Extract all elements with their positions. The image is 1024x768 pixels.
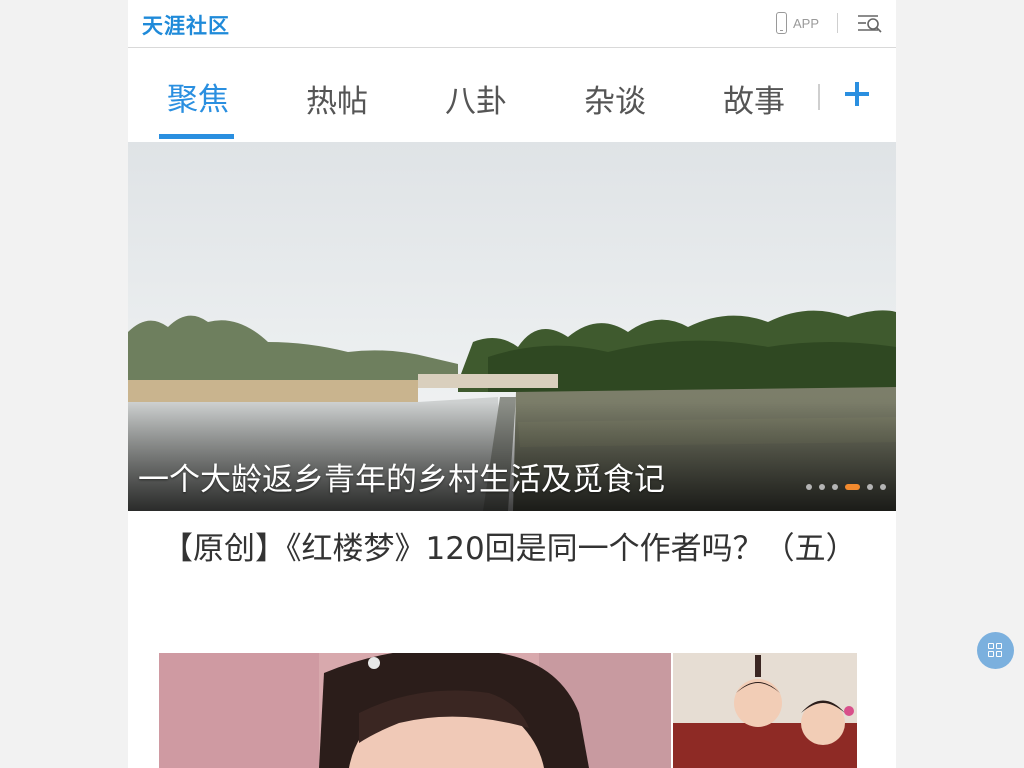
banner-carousel[interactable]: 一个大龄返乡青年的乡村生活及觅食记 <box>128 142 896 511</box>
article-photo-side <box>673 653 857 768</box>
carousel-dot[interactable] <box>880 484 886 490</box>
tab-hot-posts[interactable]: 热帖 <box>306 76 368 121</box>
tabs-divider <box>818 84 820 110</box>
menu-search-icon <box>858 15 882 33</box>
header-divider <box>837 13 838 33</box>
article-image-main[interactable] <box>159 653 671 768</box>
active-tab-indicator <box>159 134 234 139</box>
app-label: APP <box>793 15 820 31</box>
channel-tabs: 聚焦 热帖 八卦 杂谈 故事 <box>128 48 896 142</box>
carousel-dot-active[interactable] <box>845 484 860 490</box>
carousel-dot[interactable] <box>832 484 838 490</box>
tab-stories[interactable]: 故事 <box>723 76 785 121</box>
article-title[interactable]: 【原创】《红楼梦》120回是同一个作者吗？（五） <box>162 524 857 574</box>
add-channel-button[interactable] <box>843 80 871 108</box>
carousel-dot[interactable] <box>819 484 825 490</box>
tab-misc-talk[interactable]: 杂谈 <box>584 76 646 121</box>
grid-icon <box>988 651 994 657</box>
carousel-dots <box>806 484 886 490</box>
top-bar: 天涯社区 APP <box>128 0 896 48</box>
article-photo <box>159 653 671 768</box>
phone-icon <box>776 12 787 34</box>
tab-focus[interactable]: 聚焦 <box>167 74 229 119</box>
grid-icon <box>996 643 1002 649</box>
carousel-dot[interactable] <box>806 484 812 490</box>
tab-gossip[interactable]: 八卦 <box>445 76 507 121</box>
menu-search-button[interactable] <box>857 13 883 35</box>
article-image-side[interactable] <box>673 653 857 768</box>
floating-menu-button[interactable] <box>977 632 1014 669</box>
grid-icon <box>988 643 994 649</box>
page: 天涯社区 APP 聚焦 热帖 八卦 杂谈 故事 一个大龄返乡青年的乡村生活及觅食… <box>128 0 896 768</box>
banner-title: 一个大龄返乡青年的乡村生活及觅食记 <box>138 462 665 498</box>
carousel-dot[interactable] <box>867 484 873 490</box>
app-download-button[interactable]: APP <box>776 9 819 37</box>
grid-icon <box>996 651 1002 657</box>
site-logo[interactable]: 天涯社区 <box>142 10 230 40</box>
